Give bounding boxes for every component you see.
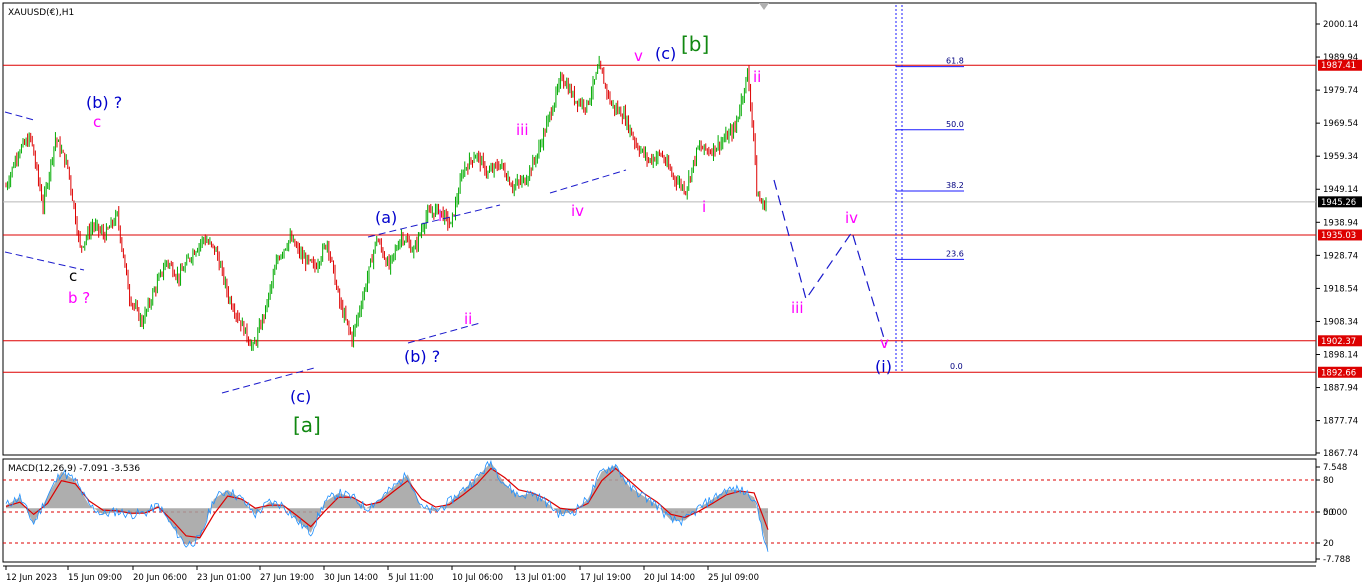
time-tick-label: 23 Jun 01:00 [197,573,251,583]
time-tick-label: 13 Jul 01:00 [515,573,566,583]
price-tick-label: 1959.34 [1323,152,1358,162]
wave-label: iii [516,121,529,139]
time-tick-label: 25 Jul 09:00 [708,573,759,583]
time-tick-label: 20 Jun 06:00 [133,573,187,583]
price-tick-label: 1877.74 [1323,417,1358,427]
fib-level-label: 38.2 [946,181,964,190]
fib-level-label: 23.6 [946,249,964,258]
wave-label: ii [753,68,761,86]
price-tick-label: 1908.34 [1323,317,1358,327]
fib-level-label: 50.0 [946,120,964,129]
wave-label: iv [571,202,584,220]
price-tick-label: 2000.14 [1323,20,1358,30]
price-tick-label: 1938.94 [1323,218,1358,228]
macd-tick-label: 20 [1323,539,1334,549]
price-tick-label: 1949.14 [1323,185,1358,195]
wave-label: iv [845,209,858,227]
wave-label: [b] [681,32,709,56]
price-level-tag: 1935.03 [1321,231,1356,241]
wave-label: c [69,267,77,285]
wave-label: iii [791,299,804,317]
macd-title: MACD(12,26,9) -7.091 -3.536 [8,464,140,474]
wave-label: i [438,207,442,225]
macd-tick-label: -7.788 [1323,555,1350,565]
macd-tick-label: 7.548 [1323,463,1347,473]
wave-label: i [702,198,706,216]
macd-tick-label: 80 [1323,476,1334,486]
price-tick-label: 1887.94 [1323,384,1358,394]
time-tick-label: 5 Jul 11:00 [388,573,434,583]
chart-canvas[interactable]: 61.850.038.223.60.0 (b) ?ccb ?(c)[a](a) i… [0,0,1366,588]
time-tick-label: 12 Jun 2023 [6,573,57,583]
time-tick-label: 17 Jul 19:00 [580,573,631,583]
time-tick-label: 27 Jun 19:00 [260,573,314,583]
wave-label: ii [464,310,472,328]
wave-label: v [880,334,889,352]
price-tick-label: 1918.54 [1323,284,1358,294]
time-axis: 12 Jun 2023 15 Jun 09:00 20 Jun 06:00 23 Ju… [5,566,759,583]
price-tick-label: 1928.74 [1323,251,1358,261]
wave-label: b ? [68,289,90,307]
macd-tick-label: 50 [1323,508,1334,518]
current-price-tag: 1945.26 [1321,198,1356,208]
price-tick-label: 1898.14 [1323,350,1358,360]
wave-label: (b) ? [404,347,440,366]
price-level-tag: 1902.37 [1321,337,1356,347]
price-level-tag: 1987.41 [1321,61,1356,71]
price-tick-label: 1969.54 [1323,119,1358,129]
price-panel-frame [2,2,1317,456]
wave-label: v [634,47,643,65]
wave-label: (c) [655,44,676,63]
wave-label: (a) [375,208,397,227]
time-tick-label: 20 Jul 14:00 [644,573,695,583]
fib-level-label: 0.0 [950,362,963,371]
time-tick-label: 10 Jul 06:00 [452,573,503,583]
wave-label: c [93,113,101,131]
wave-label: (b) ? [86,93,122,112]
price-tick-label: 1979.74 [1323,86,1358,96]
macd-axis: 7.548800.0005020-7.788 [1316,463,1350,565]
wave-label: [a] [293,413,321,437]
symbol-title: XAUUSD(€),H1 [8,8,74,18]
price-level-tag: 1892.66 [1321,368,1356,378]
time-tick-label: 15 Jun 09:00 [68,573,122,583]
wave-label: (i) [875,357,892,376]
time-tick-label: 30 Jun 14:00 [324,573,378,583]
wave-label: (c) [290,387,311,406]
price-tick-label: 1867.74 [1323,449,1358,459]
fib-level-label: 61.8 [946,57,964,66]
